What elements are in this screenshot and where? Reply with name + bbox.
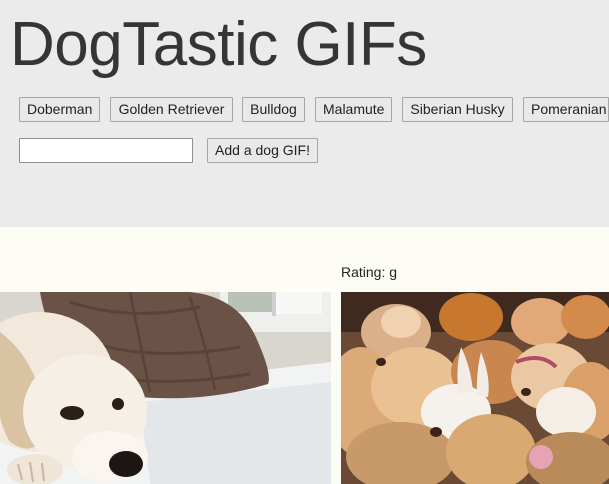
- breed-button-pomeranian[interactable]: Pomeranian: [523, 97, 609, 122]
- breed-button-doberman[interactable]: Doberman: [19, 97, 100, 122]
- dog-gif-image: [0, 292, 331, 484]
- dog-breed-input[interactable]: [19, 138, 193, 163]
- add-dog-gif-button[interactable]: Add a dog GIF!: [207, 138, 318, 163]
- breed-button-bulldog[interactable]: Bulldog: [242, 97, 305, 122]
- breed-button-siberian-husky[interactable]: Siberian Husky: [402, 97, 513, 122]
- header: DogTastic GIFs Doberman Golden Retriever…: [0, 0, 609, 227]
- page-title: DogTastic GIFs: [10, 10, 427, 79]
- breed-button-golden-retriever[interactable]: Golden Retriever: [110, 97, 233, 122]
- breed-button-malamute[interactable]: Malamute: [315, 97, 392, 122]
- dog-gif-image: [341, 292, 609, 484]
- gif-rating: Rating: g: [341, 264, 398, 280]
